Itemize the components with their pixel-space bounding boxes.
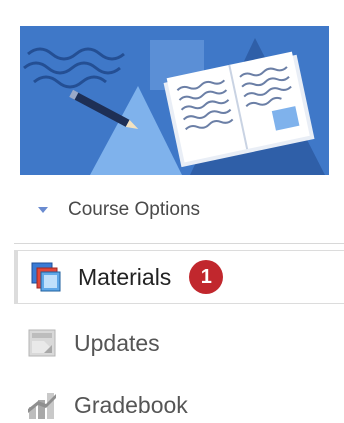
- course-options-label: Course Options: [68, 199, 201, 220]
- course-navigation-panel: Course Options Materials 1 Updates Grade…: [0, 0, 344, 423]
- caret-down-icon: [38, 207, 48, 213]
- nav-item-label: Materials: [78, 263, 172, 290]
- nav-item-materials[interactable]: Materials 1: [14, 250, 344, 304]
- book-illustration: [20, 26, 329, 175]
- nav-item-updates[interactable]: Updates: [14, 316, 344, 370]
- gradebook-icon: [24, 387, 60, 423]
- divider: [14, 243, 344, 244]
- updates-icon: [24, 325, 60, 361]
- nav-item-label: Updates: [74, 329, 160, 356]
- materials-icon: [28, 259, 64, 295]
- course-options-toggle[interactable]: Course Options: [38, 196, 200, 224]
- step-badge: 1: [189, 260, 224, 294]
- nav-item-label: Gradebook: [74, 391, 188, 418]
- nav-item-gradebook[interactable]: Gradebook: [14, 378, 344, 423]
- course-banner-image: [20, 26, 329, 175]
